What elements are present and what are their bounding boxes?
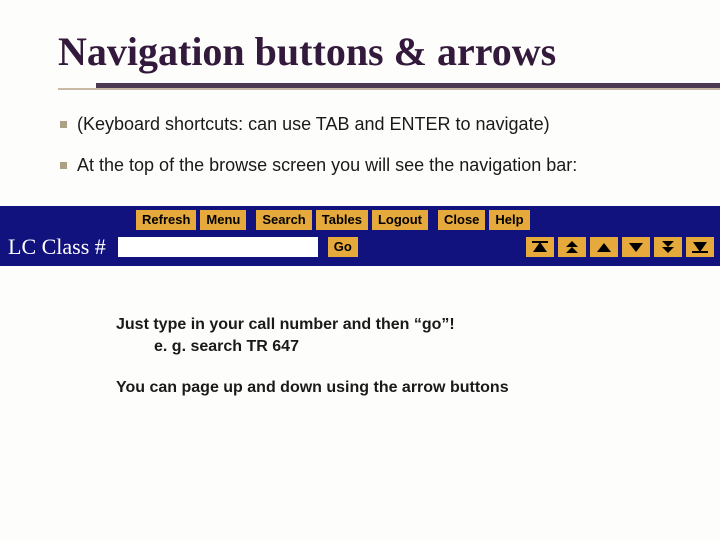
lc-class-label: LC Class # <box>6 234 114 260</box>
search-button[interactable]: Search <box>256 210 311 230</box>
page-up-icon[interactable] <box>590 237 618 257</box>
page-down-icon[interactable] <box>622 237 650 257</box>
go-button[interactable]: Go <box>328 237 358 257</box>
help-button[interactable]: Help <box>489 210 529 230</box>
menu-button[interactable]: Menu <box>200 210 246 230</box>
page-first-icon[interactable] <box>526 237 554 257</box>
page-last-icon[interactable] <box>686 237 714 257</box>
lc-class-input[interactable] <box>118 237 318 257</box>
page-down-double-icon[interactable] <box>654 237 682 257</box>
navbar-screenshot: Refresh Menu Search Tables Logout Close … <box>0 206 720 266</box>
logout-button[interactable]: Logout <box>372 210 428 230</box>
para-arrow-note: You can page up and down using the arrow… <box>116 377 720 399</box>
tables-button[interactable]: Tables <box>316 210 368 230</box>
navbar-bottom-row: LC Class # Go <box>6 234 714 260</box>
page-up-double-icon[interactable] <box>558 237 586 257</box>
title-rule-light <box>58 88 720 90</box>
slide-title: Navigation buttons & arrows <box>58 28 720 75</box>
para-instructions: Just type in your call number and then “… <box>116 314 720 359</box>
navbar-top-row: Refresh Menu Search Tables Logout Close … <box>6 210 714 230</box>
para-navbar-intro: At the top of the browse screen you will… <box>78 155 720 176</box>
para-keyboard-shortcuts: (Keyboard shortcuts: can use TAB and ENT… <box>78 114 720 135</box>
bullet-icon <box>60 121 67 128</box>
close-button[interactable]: Close <box>438 210 485 230</box>
bullet-icon <box>60 162 67 169</box>
refresh-button[interactable]: Refresh <box>136 210 196 230</box>
